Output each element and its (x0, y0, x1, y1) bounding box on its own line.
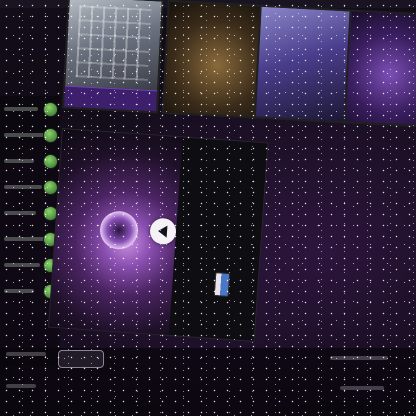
footer-text-line (6, 352, 46, 356)
artwork-creature (98, 209, 140, 251)
video-thumbnail[interactable] (343, 9, 416, 129)
sidebar-item[interactable] (2, 178, 60, 196)
thumbnail-date (270, 41, 342, 45)
video-subtitle (191, 158, 261, 163)
footer-text-line (6, 384, 36, 388)
video-thumbnail[interactable] (253, 4, 356, 124)
avatar (43, 154, 58, 169)
sidebar-item-text (4, 289, 34, 293)
footer-button[interactable] (58, 350, 104, 368)
featured-video-card[interactable] (48, 128, 269, 342)
avatar (43, 180, 58, 195)
video-thumbnail-strip (50, 0, 416, 138)
sidebar-item-text (4, 107, 38, 111)
sidebar-item-text (4, 133, 44, 137)
thumbnail-image (75, 5, 152, 81)
thumbnail-caption (346, 101, 416, 126)
channel-badge-icon (213, 272, 231, 298)
sidebar-item-text (4, 159, 34, 163)
footer-text-line (330, 356, 388, 360)
avatar (43, 128, 58, 143)
sidebar-item-text (4, 211, 36, 215)
video-thumbnail[interactable] (161, 0, 264, 119)
sidebar-item-text (4, 263, 40, 267)
thumbnail-caption (164, 92, 257, 117)
sidebar-item-text (4, 185, 42, 189)
app-screen (0, 0, 416, 416)
sidebar-item[interactable] (2, 204, 60, 222)
video-thumbnail[interactable] (62, 0, 164, 114)
sidebar-item[interactable] (2, 152, 60, 170)
sidebar-item[interactable] (2, 126, 60, 144)
sidebar-item-text (4, 237, 46, 241)
footer-text-line (340, 386, 384, 390)
sidebar-item[interactable] (2, 230, 60, 248)
thumbnail-caption (64, 85, 158, 112)
